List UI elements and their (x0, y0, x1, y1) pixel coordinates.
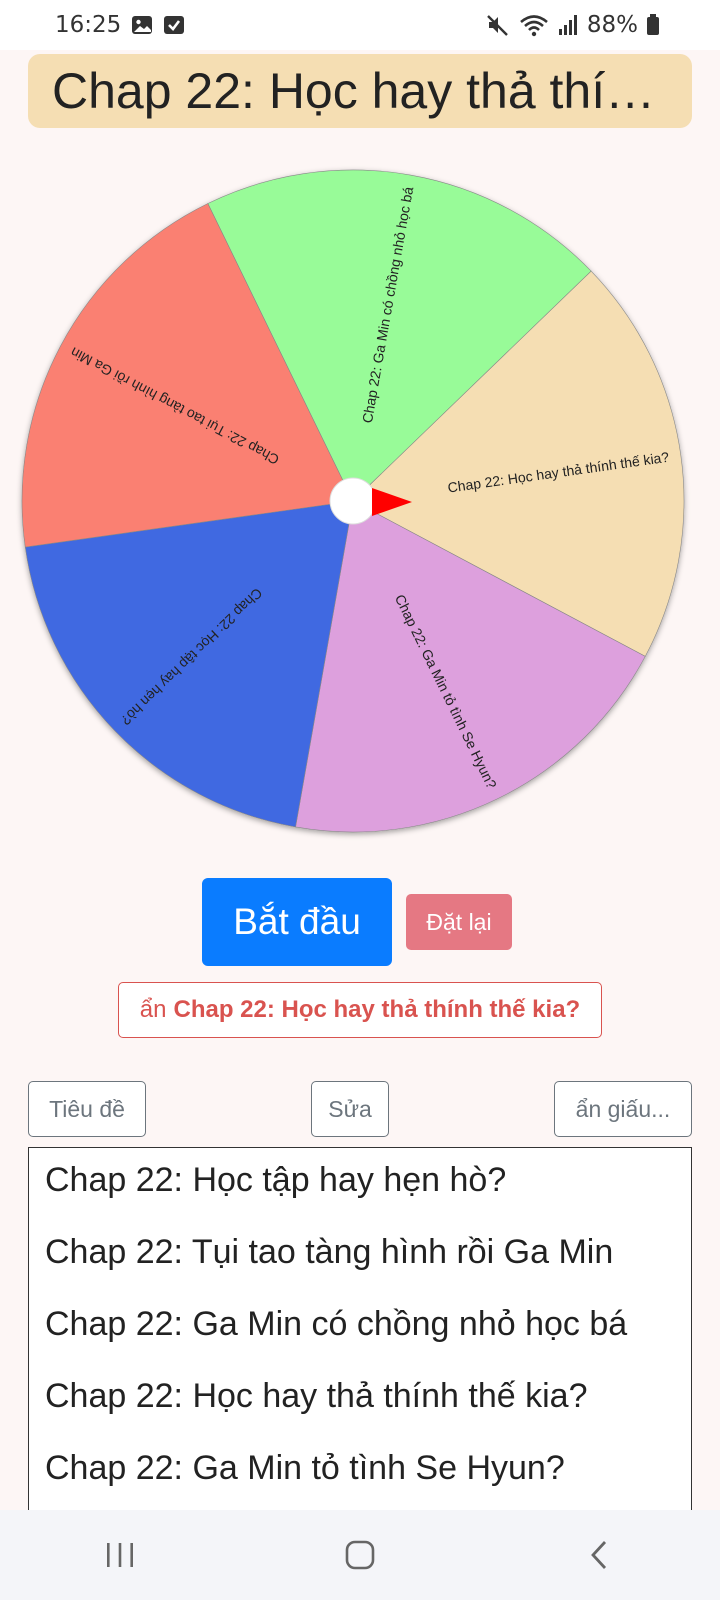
gallery-icon (131, 14, 153, 36)
reset-button[interactable]: Đặt lại (406, 894, 512, 950)
title-toggle-button[interactable]: Tiêu đề (28, 1081, 146, 1137)
entry-line: Chap 22: Tụi tao tàng hình rồi Ga Min (45, 1233, 614, 1271)
wheel-title-box[interactable]: Chap 22: Học hay thả thính thế kia? (28, 54, 692, 128)
mute-icon (485, 13, 511, 37)
back-chevron-icon (591, 1541, 607, 1569)
entry-line: Chap 22: Học hay thả thính thế kia? (45, 1377, 588, 1415)
status-left: 16:25 (0, 12, 185, 38)
entry-line: Chap 22: Học tập hay hẹn hò? (45, 1161, 507, 1199)
wheel-svg[interactable]: Chap 22: Học hay thả thính thế kia?Chap … (21, 169, 688, 836)
wheel-center-hub (329, 477, 377, 525)
wifi-icon (519, 13, 549, 37)
wheel-title: Chap 22: Học hay thả thính thế kia? (52, 63, 668, 119)
home-button[interactable] (320, 1525, 400, 1585)
status-bar: 16:25 88% (0, 0, 720, 50)
recent-apps-button[interactable] (80, 1525, 160, 1585)
hide-toggle-button[interactable]: ẩn giấu... (554, 1081, 692, 1137)
status-right: 88% (485, 12, 720, 38)
status-time: 16:25 (55, 12, 122, 38)
home-icon (345, 1540, 375, 1570)
signal-icon (557, 14, 579, 36)
entries-textarea[interactable]: Chap 22: Học tập hay hẹn hò? Chap 22: Tụ… (28, 1147, 692, 1527)
edit-toggle-button[interactable]: Sửa (311, 1081, 389, 1137)
battery-icon (646, 14, 660, 36)
result-box: ẩn Chap 22: Học hay thả thính thế kia? (118, 982, 602, 1038)
checkbox-notification-icon (163, 14, 185, 36)
back-button[interactable] (560, 1525, 640, 1585)
result-value: Chap 22: Học hay thả thính thế kia? (173, 996, 581, 1023)
battery-percent: 88% (586, 12, 638, 38)
result-prefix[interactable]: ẩn (140, 996, 167, 1024)
system-nav-bar (0, 1510, 720, 1600)
entry-line: Chap 22: Ga Min có chồng nhỏ học bá (45, 1305, 628, 1343)
start-button[interactable]: Bắt đầu (202, 878, 392, 966)
spin-wheel[interactable]: Chap 22: Học hay thả thính thế kia? Chap … (21, 169, 688, 836)
recent-apps-icon (107, 1543, 133, 1567)
